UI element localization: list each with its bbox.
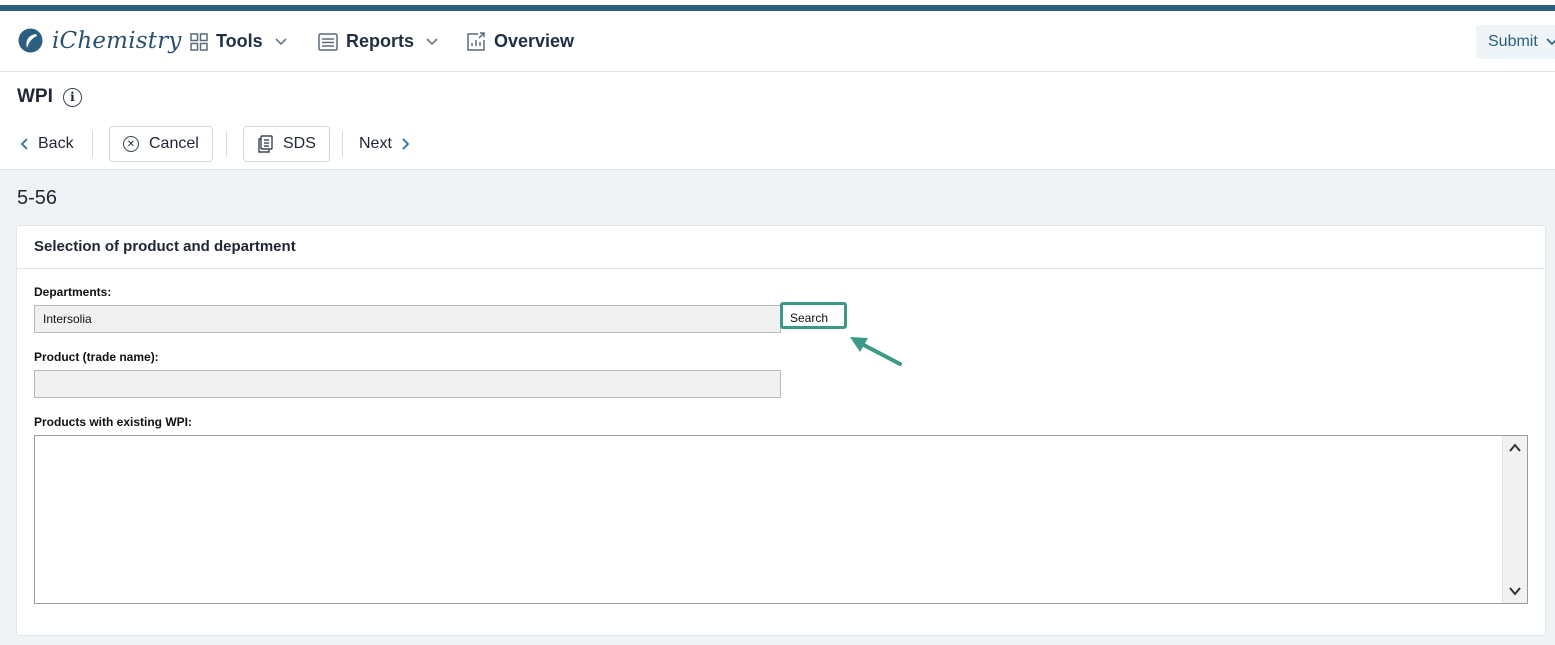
- existing-products-label: Products with existing WPI:: [34, 415, 193, 429]
- next-button[interactable]: Next: [359, 126, 410, 162]
- scroll-down-icon[interactable]: [1507, 583, 1523, 599]
- scrollbar[interactable]: [1502, 436, 1527, 603]
- cancel-icon: ✕: [123, 136, 139, 152]
- product-label: Product (trade name):: [34, 350, 159, 364]
- card-title: Selection of product and department: [17, 226, 1545, 269]
- divider: [92, 131, 93, 157]
- sds-button[interactable]: SDS: [243, 126, 330, 162]
- divider: [226, 131, 227, 157]
- nav-tools-label: Tools: [216, 31, 263, 51]
- submit-button[interactable]: Submit: [1476, 25, 1555, 59]
- back-label: Back: [38, 135, 74, 152]
- back-button[interactable]: Back: [20, 126, 74, 162]
- chevron-down-icon: [275, 37, 287, 45]
- logo-text: iChemistry: [52, 28, 182, 54]
- logo[interactable]: iChemistry: [17, 27, 182, 54]
- record-id: 5-56: [17, 187, 58, 209]
- departments-field[interactable]: Intersolia: [34, 305, 781, 333]
- chevron-down-icon: [426, 37, 438, 45]
- existing-products-list[interactable]: [34, 435, 1528, 604]
- info-icon[interactable]: i: [62, 87, 82, 107]
- cancel-button[interactable]: ✕ Cancel: [109, 126, 213, 162]
- page-title-text: WPI: [17, 86, 53, 107]
- page-title: WPI i: [17, 86, 82, 108]
- cancel-label: Cancel: [149, 135, 199, 152]
- divider: [342, 131, 343, 157]
- nav-tools[interactable]: Tools: [190, 31, 287, 52]
- selection-card: Selection of product and department Depa…: [16, 225, 1546, 636]
- nav-reports-label: Reports: [346, 31, 415, 51]
- chevron-left-icon: [20, 138, 28, 150]
- sds-label: SDS: [283, 135, 316, 152]
- list-icon: [318, 32, 338, 51]
- chevron-down-icon: [1546, 38, 1555, 46]
- ichemistry-logo-icon: [18, 28, 43, 53]
- scroll-up-icon[interactable]: [1507, 440, 1523, 456]
- product-field[interactable]: [34, 370, 781, 398]
- annotation-arrow-icon: [850, 337, 902, 366]
- nav-overview[interactable]: Overview: [466, 31, 574, 52]
- chart-icon: [467, 31, 485, 51]
- page-bar: WPI i Back ✕ Cancel SDS Next: [0, 72, 1555, 170]
- departments-label: Departments:: [34, 285, 112, 299]
- chevron-right-icon: [402, 138, 410, 150]
- search-button[interactable]: Search: [780, 302, 847, 329]
- nav-overview-label: Overview: [494, 31, 575, 51]
- submit-label: Submit: [1488, 33, 1538, 50]
- nav-reports[interactable]: Reports: [318, 31, 438, 52]
- documents-icon: [258, 135, 273, 153]
- grid-icon: [190, 32, 208, 51]
- app-header: iChemistry Tools Reports Overview Submit: [0, 11, 1555, 72]
- next-label: Next: [359, 135, 392, 152]
